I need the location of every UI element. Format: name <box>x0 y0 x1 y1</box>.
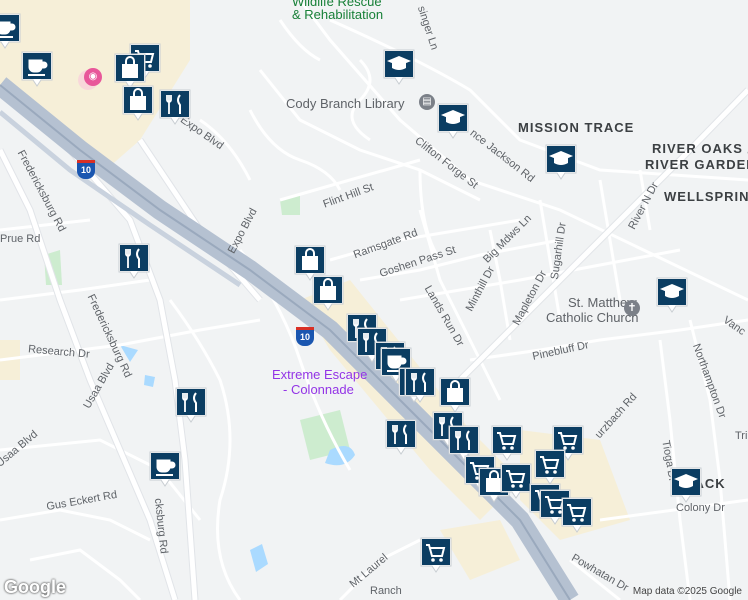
street-label: Prue Rd <box>0 233 41 245</box>
camera-icon: ◉ <box>84 68 102 86</box>
area-label-wellspring: WELLSPRING <box>664 189 748 204</box>
shopping-cart-marker[interactable] <box>419 536 453 573</box>
shopping-bag-icon <box>312 275 344 311</box>
poi-label-extreme-escape[interactable]: Extreme Escape <box>272 367 367 382</box>
restaurant-marker[interactable] <box>447 424 481 461</box>
poi-label-colonnade[interactable]: - Colonnade <box>283 382 354 397</box>
coffee-icon <box>149 451 181 487</box>
school-marker[interactable] <box>436 102 470 139</box>
restaurant-marker[interactable] <box>117 242 151 279</box>
street-label: Ranch <box>370 585 402 597</box>
school-icon <box>437 103 469 139</box>
school-marker[interactable] <box>655 276 689 313</box>
school-icon <box>656 277 688 313</box>
restaurant-marker[interactable] <box>174 386 208 423</box>
school-icon <box>670 467 702 503</box>
library-icon: ▤ <box>419 94 435 110</box>
coffee-icon <box>0 13 21 49</box>
area-label-mission-trace: MISSION TRACE <box>518 120 635 135</box>
shopping-bag-marker[interactable] <box>311 274 345 311</box>
coffee-marker[interactable] <box>0 12 22 49</box>
shopping-cart-icon <box>420 537 452 573</box>
poi-label-cody-branch-library[interactable]: Cody Branch Library <box>286 96 405 111</box>
shopping-cart-marker[interactable] <box>533 448 567 485</box>
coffee-icon <box>21 51 53 87</box>
coffee-marker[interactable] <box>20 50 54 87</box>
restaurant-icon <box>159 89 191 125</box>
restaurant-icon <box>385 419 417 455</box>
shopping-bag-marker[interactable] <box>121 84 155 121</box>
school-icon <box>383 49 415 85</box>
interstate-shield: 10 <box>77 160 95 179</box>
interstate-shield: 10 <box>296 327 314 346</box>
shopping-bag-icon <box>122 85 154 121</box>
shopping-cart-marker[interactable] <box>490 424 524 461</box>
map-canvas[interactable]: 10 10 MISSION TRACE RIVER OAKS / RIVER G… <box>0 0 748 600</box>
shopping-cart-icon <box>561 497 593 533</box>
church-icon: ✝ <box>624 300 640 316</box>
shopping-bag-marker[interactable] <box>113 52 147 89</box>
restaurant-marker[interactable] <box>403 366 437 403</box>
poi-label-rehabilitation[interactable]: & Rehabilitation <box>292 7 383 22</box>
restaurant-icon <box>404 367 436 403</box>
interstate-shield-label: 10 <box>80 165 91 175</box>
restaurant-icon <box>175 387 207 423</box>
school-marker[interactable] <box>669 466 703 503</box>
restaurant-marker[interactable] <box>158 88 192 125</box>
area-label-river-garden: RIVER GARDEN <box>645 157 748 172</box>
area-label-river-oaks: RIVER OAKS / <box>652 141 748 156</box>
coffee-marker[interactable] <box>148 450 182 487</box>
restaurant-marker[interactable] <box>384 418 418 455</box>
street-label: Tri <box>735 430 748 442</box>
school-marker[interactable] <box>544 143 578 180</box>
school-icon <box>545 144 577 180</box>
restaurant-icon <box>118 243 150 279</box>
google-logo: Google <box>4 577 66 597</box>
school-marker[interactable] <box>382 48 416 85</box>
shopping-cart-marker[interactable] <box>560 496 594 533</box>
interstate-shield-label: 10 <box>299 332 310 342</box>
shopping-bag-marker[interactable] <box>293 244 327 281</box>
shopping-bag-marker[interactable] <box>438 376 472 413</box>
map-attribution: Map data ©2025 Google <box>632 586 742 597</box>
